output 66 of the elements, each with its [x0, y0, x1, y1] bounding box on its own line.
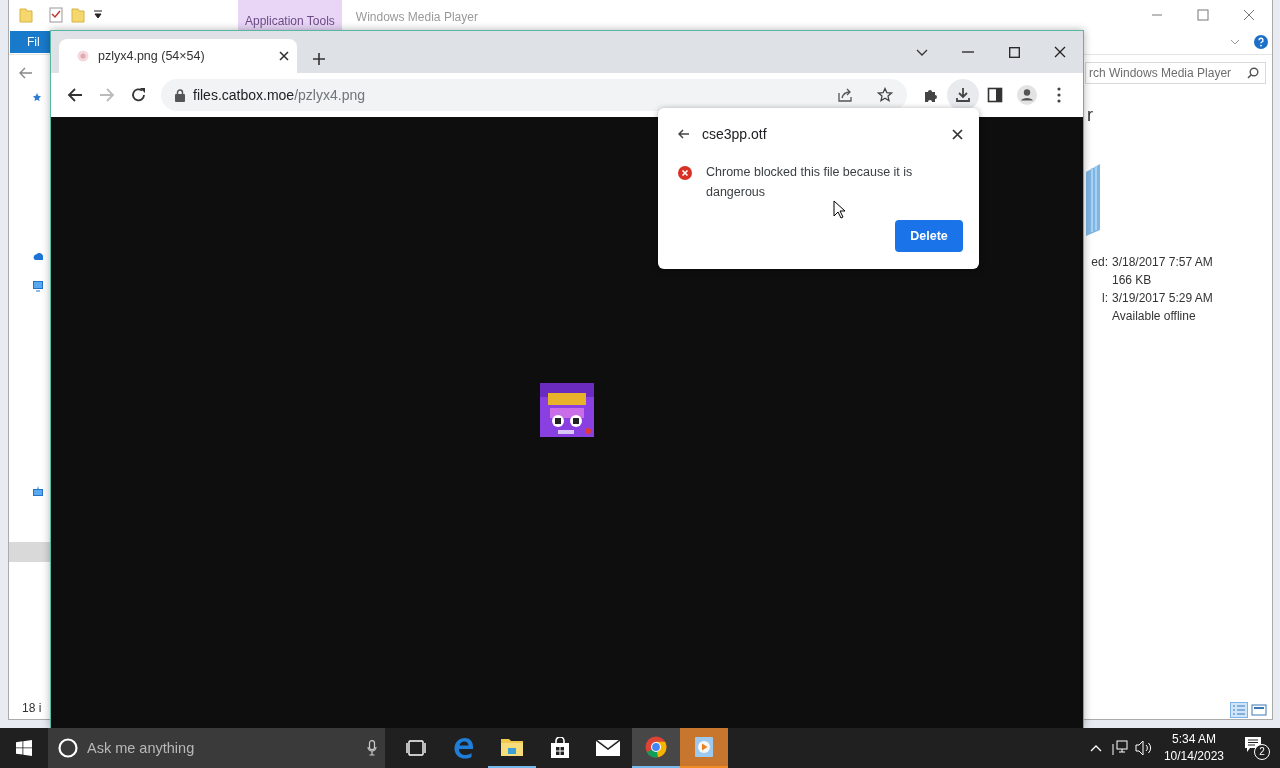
computer-icon[interactable]: [33, 281, 43, 292]
reload-icon[interactable]: [131, 87, 147, 103]
circle-icon: [58, 738, 78, 758]
folder-heading: r: [1087, 105, 1094, 126]
search-field[interactable]: rch Windows Media Player: [1085, 62, 1266, 84]
shopping-bag-icon: [550, 737, 570, 759]
back-arrow-icon[interactable]: [67, 87, 83, 103]
windows-logo-icon[interactable]: [16, 740, 32, 756]
notification-count: 2: [1254, 744, 1270, 760]
clock-date[interactable]: 10/14/2023: [1163, 748, 1224, 765]
share-icon[interactable]: [837, 87, 853, 103]
maximize-icon[interactable]: [1008, 46, 1020, 58]
tab-title: pzlyx4.png (54×54): [98, 49, 206, 63]
detail-value: 166 KB: [1112, 272, 1153, 288]
side-panel-icon[interactable]: [987, 87, 1003, 103]
chevron-icon[interactable]: [916, 48, 928, 56]
search-icon[interactable]: [1247, 67, 1259, 79]
play-icon: [693, 736, 715, 758]
address-bar[interactable]: files.catbox.moe/pzlyx4.png: [161, 79, 907, 111]
cloud-icon[interactable]: [33, 251, 43, 261]
clock-time[interactable]: 5:34 AM: [1171, 731, 1216, 748]
window-title: Windows Media Player: [355, 10, 479, 24]
task-view-icon: [406, 740, 426, 756]
file-tab[interactable]: Fil: [10, 31, 50, 53]
microphone-icon[interactable]: [367, 740, 377, 756]
profile-icon[interactable]: [1017, 85, 1037, 105]
detail-value: Available offline: [1112, 308, 1197, 324]
close-icon[interactable]: [952, 128, 963, 140]
close-icon[interactable]: [1054, 46, 1066, 58]
network-icon[interactable]: [1111, 740, 1128, 756]
detail-value: 3/19/2017 5:29 AM: [1112, 290, 1214, 306]
speaker-icon[interactable]: [1134, 740, 1153, 756]
edge-icon: [453, 737, 475, 759]
download-icon[interactable]: [955, 87, 971, 103]
detail-label: l:: [1101, 290, 1109, 306]
star-icon[interactable]: [33, 93, 41, 101]
favicon-icon: [77, 50, 89, 62]
chevron-up-icon[interactable]: [1089, 744, 1102, 752]
puzzle-icon[interactable]: [923, 87, 939, 103]
context-tab[interactable]: Application Tools: [238, 0, 342, 30]
checklist-icon[interactable]: [49, 7, 63, 23]
warning-message: Chrome blocked this file because it is dangerous: [706, 164, 914, 201]
cortana-search-field[interactable]: Ask me anything: [48, 728, 385, 768]
detail-label: ed:: [1090, 254, 1109, 270]
star-icon[interactable]: [877, 87, 893, 103]
browser-tab[interactable]: pzlyx4.png (54×54): [59, 39, 297, 73]
envelope-icon: [596, 740, 620, 756]
selected-row-highlight: [9, 542, 51, 562]
url-text: files.catbox.moe/pzlyx4.png: [193, 87, 366, 103]
dropdown-icon[interactable]: [93, 10, 103, 20]
large-icons-view-icon[interactable]: [1250, 702, 1268, 718]
chrome-icon: [645, 736, 667, 758]
detail-value: 3/18/2017 7:57 AM: [1112, 254, 1214, 270]
delete-button[interactable]: Delete: [895, 220, 963, 252]
close-icon[interactable]: [279, 51, 289, 61]
menu-icon[interactable]: [1057, 87, 1061, 103]
notification-button[interactable]: 2: [1244, 736, 1270, 760]
help-icon[interactable]: [1254, 35, 1268, 49]
lock-icon: [175, 88, 185, 102]
status-text: 18 i: [22, 701, 42, 715]
mouse-cursor-icon: [833, 200, 845, 219]
network-icon[interactable]: [33, 486, 43, 497]
back-arrow-icon[interactable]: [678, 129, 690, 139]
file-name: cse3pp.otf: [702, 126, 768, 142]
error-icon: [678, 166, 692, 180]
new-tab-icon[interactable]: [313, 53, 325, 65]
